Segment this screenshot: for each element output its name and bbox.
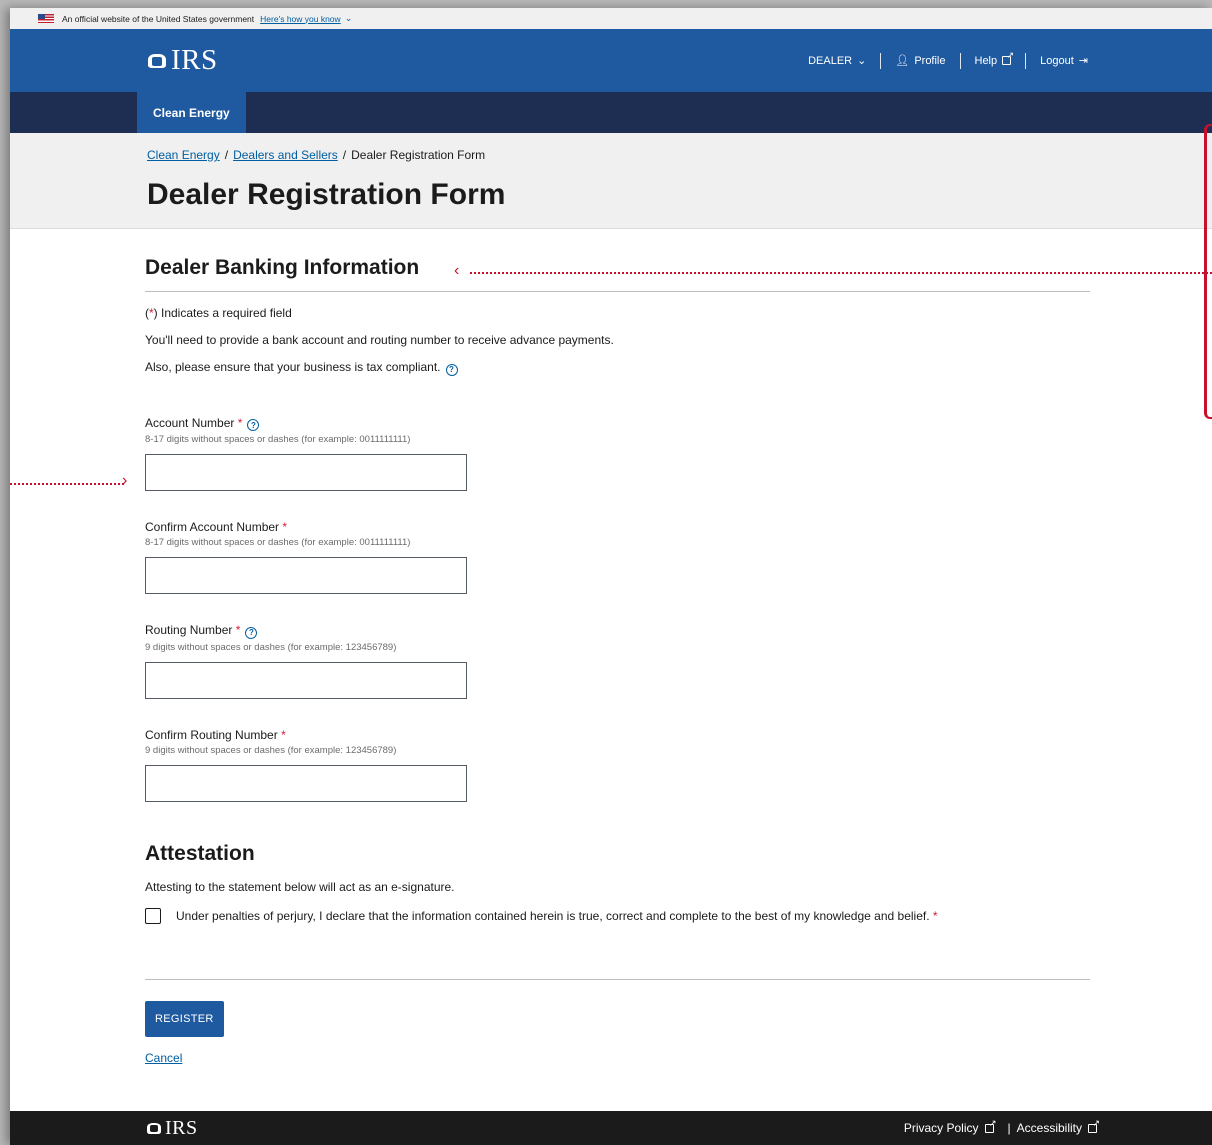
account-number-input[interactable] (145, 454, 467, 491)
dealer-menu-label: DEALER (808, 54, 853, 67)
nav-divider (959, 52, 961, 69)
section-title-attestation: Attestation (145, 841, 255, 865)
confirm-routing-number-label-text: Confirm Routing Number (145, 727, 278, 742)
attestation-checkbox-row: Under penalties of perjury, I declare th… (145, 907, 1090, 924)
confirm-account-number-input[interactable] (145, 557, 467, 594)
nav-divider (1025, 52, 1027, 69)
routing-number-input[interactable] (145, 661, 467, 699)
confirm-routing-number-input[interactable] (145, 764, 467, 802)
required-field-note: (*) Indicates a required field (145, 306, 1090, 320)
breadcrumb: Clean Energy / Dealers and Sellers / Dea… (147, 148, 1212, 162)
required-star: * (237, 415, 243, 430)
logout-link[interactable]: Logout ⇥ (1026, 54, 1102, 68)
required-note-text: ) Indicates a required field (153, 306, 292, 320)
breadcrumb-separator: / (224, 148, 229, 162)
confirm-routing-number-label: Confirm Routing Number * (145, 728, 1090, 742)
dealer-menu[interactable]: DEALER ⌄ (794, 54, 880, 68)
logout-icon: ⇥ (1078, 55, 1088, 67)
footer-logo-text: IRS (165, 1116, 198, 1139)
section-title-banking: Dealer Banking Information (145, 256, 420, 279)
attestation-checkbox[interactable] (145, 907, 161, 924)
tab-clean-energy[interactable]: Clean Energy (137, 92, 246, 133)
attestation-checkbox-label[interactable]: Under penalties of perjury, I declare th… (176, 909, 930, 923)
person-icon: 👤︎ (895, 55, 910, 67)
bank-info-intro: You'll need to provide a bank account an… (145, 333, 614, 347)
required-star: * (235, 623, 241, 637)
chevron-down-icon: ⌄ (857, 55, 867, 67)
help-link[interactable]: Help (961, 51, 1026, 67)
accessibility-link[interactable]: Accessibility (1017, 1121, 1082, 1135)
external-link-icon (984, 1119, 997, 1133)
annotation-dotted-line (470, 272, 1212, 274)
account-number-label-text: Account Number (145, 415, 235, 430)
annotation-arrow-right-icon: › (122, 472, 128, 489)
privacy-policy-link[interactable]: Privacy Policy (904, 1121, 979, 1135)
account-number-label: Account Number *? (145, 415, 1090, 431)
profile-label: Profile (914, 54, 946, 67)
help-label: Help (974, 54, 998, 67)
browser-page: An official website of the United States… (10, 8, 1212, 1145)
footer-irs-logo[interactable]: IRS (146, 1117, 198, 1140)
profile-link[interactable]: 👤︎ Profile (881, 54, 959, 68)
confirm-account-number-label: Confirm Account Number * (145, 520, 1090, 534)
routing-number-label: Routing Number *? (145, 623, 1090, 639)
irs-eagle-icon (146, 50, 168, 72)
sub-navigation: Clean Energy (10, 92, 1212, 133)
irs-logo-text: IRS (171, 44, 218, 76)
footer-divider: | (1007, 1121, 1011, 1135)
footer-links: Privacy Policy | Accessibility (904, 1119, 1100, 1136)
confirm-routing-number-field: Confirm Routing Number * 9 digits withou… (145, 728, 1090, 802)
account-number-field: Account Number *? 8-17 digits without sp… (145, 415, 1090, 491)
irs-logo[interactable]: IRS (146, 44, 218, 77)
external-link-icon (1002, 51, 1014, 65)
site-header: IRS DEALER ⌄ 👤︎ Profile Help Logout ⇥ (10, 29, 1212, 92)
form-actions-divider (145, 978, 1090, 980)
heres-how-you-know-link[interactable]: Here's how you know (260, 14, 341, 24)
section-divider (145, 291, 1090, 292)
question-circle-icon[interactable]: ? (445, 363, 458, 376)
routing-number-label-text: Routing Number (145, 623, 233, 637)
question-circle-icon[interactable]: ? (247, 419, 260, 431)
routing-number-hint: 9 digits without spaces or dashes (for e… (145, 641, 397, 653)
annotation-dotted-line (10, 483, 124, 485)
breadcrumb-clean-energy[interactable]: Clean Energy (147, 148, 220, 162)
account-number-hint: 8-17 digits without spaces or dashes (fo… (145, 434, 411, 445)
nav-divider (880, 52, 882, 69)
confirm-account-number-field: Confirm Account Number * 8-17 digits wit… (145, 520, 1090, 594)
routing-number-field: Routing Number *? 9 digits without space… (145, 623, 1090, 699)
us-flag-icon (38, 14, 54, 23)
tax-compliance-note: Also, please ensure that your business i… (145, 360, 1090, 376)
register-button[interactable]: REGISTER (145, 1000, 224, 1037)
required-star: * (929, 908, 938, 923)
cancel-link[interactable]: Cancel (145, 1051, 1090, 1065)
page-title-band: Clean Energy / Dealers and Sellers / Dea… (10, 133, 1212, 229)
irs-eagle-icon (146, 1120, 162, 1136)
question-circle-icon[interactable]: ? (245, 626, 258, 639)
gov-banner: An official website of the United States… (10, 8, 1212, 29)
gov-banner-text: An official website of the United States… (62, 13, 255, 24)
chevron-down-icon[interactable]: ⌄ (345, 13, 353, 24)
form-main: Dealer Banking Information (*) Indicates… (10, 256, 1090, 1065)
page-title: Dealer Registration Form (147, 178, 506, 211)
attestation-intro: Attesting to the statement below will ac… (145, 879, 455, 894)
tax-compliance-text: Also, please ensure that your business i… (145, 360, 441, 374)
annotation-arrow-left-icon: ‹ (454, 262, 460, 279)
header-nav: DEALER ⌄ 👤︎ Profile Help Logout ⇥ (794, 51, 1102, 69)
site-footer: IRS Privacy Policy | Accessibility (10, 1111, 1212, 1145)
breadcrumb-separator: / (342, 148, 347, 162)
confirm-routing-number-hint: 9 digits without spaces or dashes (for e… (145, 744, 397, 756)
external-link-icon (1088, 1119, 1100, 1133)
breadcrumb-current: Dealer Registration Form (351, 148, 486, 162)
required-star: * (281, 727, 286, 742)
logout-label: Logout (1040, 54, 1074, 67)
required-star: * (282, 520, 288, 534)
confirm-account-number-hint: 8-17 digits without spaces or dashes (fo… (145, 537, 411, 548)
confirm-account-number-label-text: Confirm Account Number (145, 520, 280, 534)
breadcrumb-dealers-and-sellers[interactable]: Dealers and Sellers (233, 148, 338, 162)
